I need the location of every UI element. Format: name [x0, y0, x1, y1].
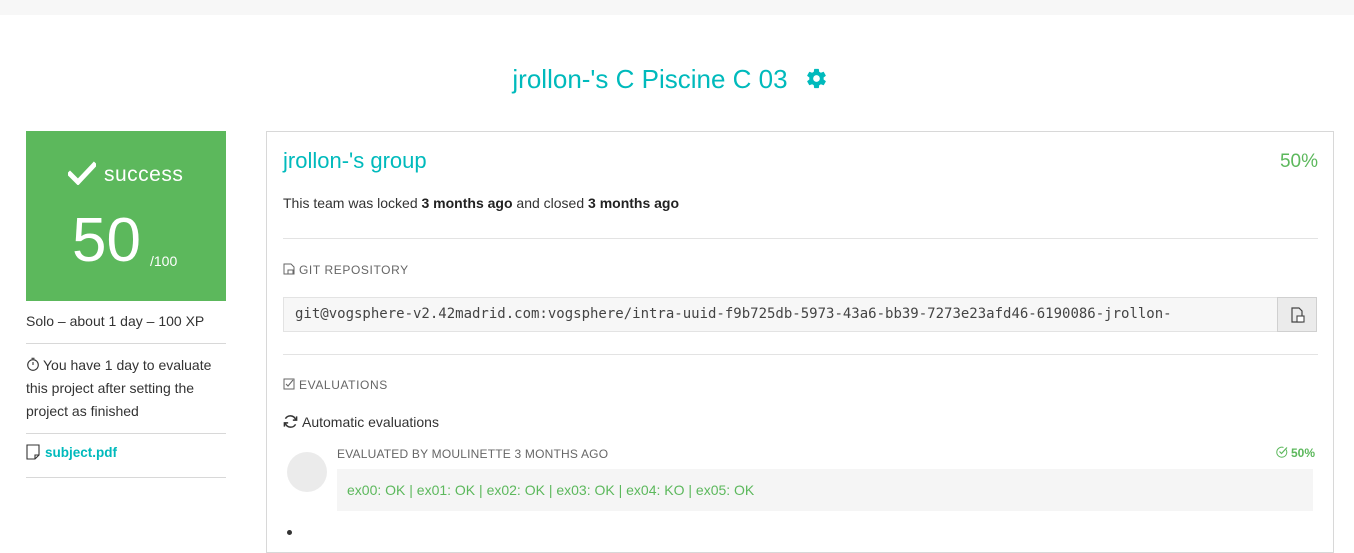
subject-pdf-link[interactable]: subject.pdf — [26, 444, 117, 460]
project-meta: Solo – about 1 day – 100 XP — [26, 313, 205, 329]
automatic-evaluations-label: Automatic evaluations — [302, 414, 439, 430]
repository-icon — [283, 263, 295, 275]
deadline-text: You have 1 day to evaluate this project … — [26, 357, 212, 419]
stopwatch-icon — [27, 357, 39, 371]
gear-icon[interactable] — [805, 67, 828, 90]
page-header: jrollon-'s C Piscine C 03 — [0, 62, 1354, 102]
evaluation-result: ex00: OK | ex01: OK | ex02: OK | ex03: O… — [347, 482, 755, 498]
git-label: GIT REPOSITORY — [299, 263, 409, 277]
status-label: success — [104, 163, 184, 186]
final-score: 50 — [72, 206, 141, 275]
team-panel: jrollon-'s group 50% This team was locke… — [266, 131, 1334, 553]
evaluations-section-label: EVALUATIONS — [283, 378, 388, 392]
check-circle-icon — [1276, 446, 1288, 458]
divider — [26, 477, 226, 478]
document-icon — [26, 444, 40, 460]
lock-middle: and closed — [512, 195, 589, 211]
checkbox-icon — [283, 378, 295, 390]
page-title: jrollon-'s C Piscine C 03 — [512, 64, 788, 94]
locked-when: 3 months ago — [421, 195, 513, 211]
avatar — [287, 452, 327, 492]
status-row: success — [26, 159, 226, 187]
lock-prefix: This team was locked — [283, 195, 422, 211]
git-url-field[interactable]: git@vogsphere-v2.42madrid.com:vogsphere/… — [283, 297, 1279, 332]
evaluator-line: EVALUATED BY MOULINETTE 3 MONTHS AGO — [337, 447, 609, 461]
next-item-marker — [287, 530, 292, 535]
git-url[interactable]: git@vogsphere-v2.42madrid.com:vogsphere/… — [295, 306, 1172, 322]
evaluation-deadline: You have 1 day to evaluate this project … — [26, 354, 231, 423]
automatic-evaluations-heading: Automatic evaluations — [283, 414, 439, 430]
divider — [283, 238, 1318, 239]
refresh-icon — [283, 415, 298, 428]
checkmark-icon — [68, 161, 96, 185]
team-lock-status: This team was locked 3 months ago and cl… — [283, 195, 679, 211]
evaluation-score: 50% — [1276, 446, 1315, 460]
evaluation-result-box: ex00: OK | ex01: OK | ex02: OK | ex03: O… — [337, 469, 1313, 511]
evaluations-label: EVALUATIONS — [299, 378, 388, 392]
copy-button[interactable] — [1277, 297, 1317, 332]
top-band — [0, 0, 1354, 15]
divider — [26, 343, 226, 344]
clipboard-icon — [1291, 307, 1305, 323]
evaluation-score-value: 50% — [1290, 446, 1315, 460]
status-card: success 50 /100 — [26, 131, 226, 301]
team-name[interactable]: jrollon-'s group — [283, 148, 427, 174]
subject-link-label: subject.pdf — [45, 445, 118, 460]
closed-when: 3 months ago — [588, 195, 680, 211]
git-section-label: GIT REPOSITORY — [283, 263, 409, 277]
divider — [283, 354, 1318, 355]
team-percent: 50% — [1279, 151, 1318, 172]
divider — [26, 433, 226, 434]
score-max: /100 — [150, 253, 178, 269]
